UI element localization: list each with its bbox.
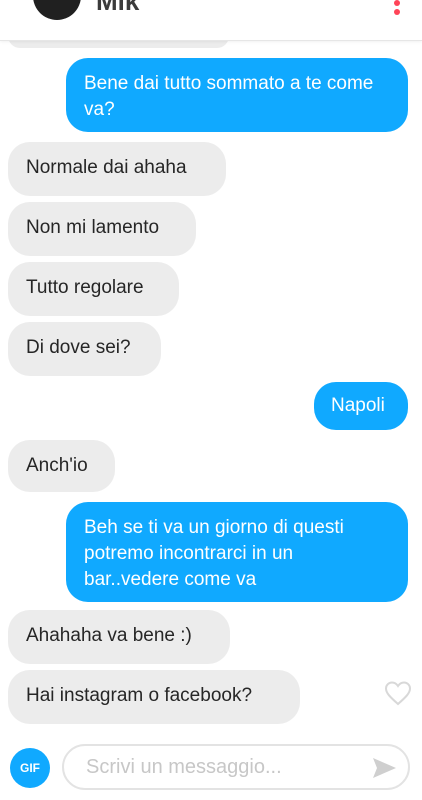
heart-icon[interactable]: [384, 680, 412, 706]
chat-header: Mik: [0, 0, 422, 41]
message-input-placeholder: Scrivi un messaggio...: [86, 756, 282, 778]
message-incoming[interactable]: Hai instagram o facebook?: [8, 670, 300, 724]
contact-name[interactable]: Mik: [96, 0, 139, 17]
more-vertical-icon[interactable]: [394, 0, 400, 15]
message-incoming[interactable]: Non mi lamento: [8, 202, 196, 256]
message-incoming[interactable]: Tutto regolare: [8, 262, 179, 316]
message-incoming[interactable]: Di dove sei?: [8, 322, 161, 376]
gif-button[interactable]: GIF: [10, 748, 50, 788]
message-incoming[interactable]: Ahahaha va bene :): [8, 610, 230, 664]
avatar[interactable]: [33, 0, 81, 20]
message-outgoing[interactable]: Beh se ti va un giorno di questi potremo…: [66, 502, 408, 602]
message-incoming[interactable]: Normale dai ahaha: [8, 142, 226, 196]
message-outgoing[interactable]: Bene dai tutto sommato a te come va?: [66, 58, 408, 132]
message-outgoing[interactable]: Napoli: [314, 382, 408, 430]
message-incoming[interactable]: Anch'io: [8, 440, 115, 492]
message-input[interactable]: Scrivi un messaggio...: [62, 744, 410, 790]
send-icon[interactable]: [370, 754, 398, 782]
